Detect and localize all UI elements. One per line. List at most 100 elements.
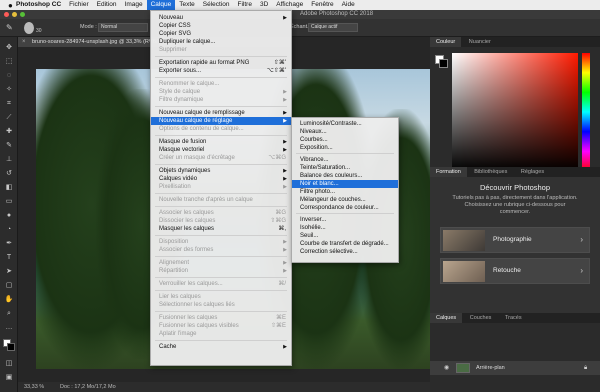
- menu-item-masquer-les-calques[interactable]: Masquer les calques ⌘,: [151, 225, 291, 233]
- tab-calques[interactable]: Calques: [430, 313, 463, 323]
- tab-couches[interactable]: Couches: [464, 315, 498, 321]
- menu-item-pixellisation[interactable]: Pixellisation ▶: [151, 183, 291, 191]
- quick-mask-icon[interactable]: ◫: [4, 359, 14, 369]
- menu-item-filtre-dynamique[interactable]: Filtre dynamique ▶: [151, 96, 291, 104]
- menu-item-isohelie[interactable]: Isohélie...: [292, 224, 398, 232]
- menu-3d[interactable]: 3D: [256, 0, 272, 10]
- menu-item-repartition[interactable]: Répartition ▶: [151, 267, 291, 275]
- menu-item-calques-video[interactable]: Calques vidéo ▶: [151, 175, 291, 183]
- menu-item-nouveau-calque-de-remplissage[interactable]: Nouveau calque de remplissage ▶: [151, 109, 291, 117]
- menu-aide[interactable]: Aide: [338, 0, 359, 10]
- menu-item-alignement[interactable]: Alignement ▶: [151, 259, 291, 267]
- menu-item-fusionner-les-calques-visibles[interactable]: Fusionner les calques visibles ⇧⌘E: [151, 322, 291, 330]
- menu-item-style-de-calque[interactable]: Style de calque ▶: [151, 88, 291, 96]
- card-photographie[interactable]: Photographie ›: [440, 227, 590, 253]
- tab-reglages[interactable]: Réglages: [515, 169, 550, 175]
- menu-item-copier-svg[interactable]: Copier SVG: [151, 30, 291, 38]
- menu-item-renommer-le-calque[interactable]: Renommer le calque...: [151, 80, 291, 88]
- menu-item-correction-selective[interactable]: Correction sélective...: [292, 248, 398, 256]
- menu-affichage[interactable]: Affichage: [272, 0, 307, 10]
- menu-item-associer-des-formes[interactable]: Associer des formes ▶: [151, 246, 291, 254]
- menu-item-exporter-sous[interactable]: Exporter sous... ⌥⇧⌘': [151, 67, 291, 75]
- brush-tool-icon[interactable]: ✎: [4, 141, 14, 151]
- menu-item-dissocier-les-calques[interactable]: Dissocier les calques ⇧⌘G: [151, 217, 291, 225]
- tab-nuancier[interactable]: Nuancier: [463, 39, 497, 45]
- menu-item-associer-les-calques[interactable]: Associer les calques ⌘G: [151, 209, 291, 217]
- menu-item-creer-un-masque-d-ecretage[interactable]: Créer un masque d'écrêtage ⌥⌘G: [151, 154, 291, 162]
- menu-item-inverser[interactable]: Inverser...: [292, 216, 398, 224]
- menu-item-selectionner-les-calques-lies[interactable]: Sélectionner les calques liés: [151, 301, 291, 309]
- close-window-icon[interactable]: [4, 12, 9, 17]
- menu-item-courbes[interactable]: Courbes...: [292, 136, 398, 144]
- close-document-icon[interactable]: ×: [22, 37, 26, 47]
- shape-tool-icon[interactable]: ▢: [4, 281, 14, 291]
- menu-selection[interactable]: Sélection: [199, 0, 234, 10]
- eyedropper-tool-icon[interactable]: ⟋: [4, 113, 14, 123]
- menu-item-aplatir-l-image[interactable]: Aplatir l'image: [151, 330, 291, 338]
- menu-item-objets-dynamiques[interactable]: Objets dynamiques ▶: [151, 167, 291, 175]
- type-tool-icon[interactable]: T: [4, 253, 14, 263]
- menu-item-luminosite-contraste[interactable]: Luminosité/Contraste...: [292, 120, 398, 128]
- color-picker-field[interactable]: [452, 53, 578, 171]
- path-select-tool-icon[interactable]: ➤: [4, 267, 14, 277]
- menu-item-teinte-saturation[interactable]: Teinte/Saturation...: [292, 164, 398, 172]
- hue-slider[interactable]: [582, 53, 590, 171]
- menu-calque[interactable]: Calque: [146, 0, 176, 10]
- tab-formation[interactable]: Formation: [430, 167, 467, 177]
- menu-item-lier-les-calques[interactable]: Lier les calques: [151, 293, 291, 301]
- gradient-tool-icon[interactable]: ▭: [4, 197, 14, 207]
- app-menu[interactable]: Photoshop CC: [12, 0, 65, 10]
- zoom-window-icon[interactable]: [20, 12, 25, 17]
- menu-item-nouveau[interactable]: Nouveau ▶: [151, 14, 291, 22]
- more-tools-icon[interactable]: …: [4, 323, 14, 333]
- zoom-level[interactable]: 33,33 %: [24, 384, 44, 390]
- layer-row[interactable]: ◉ Arrière-plan 🔒︎: [430, 361, 600, 375]
- tab-traces[interactable]: Tracés: [499, 315, 528, 321]
- hand-tool-icon[interactable]: ✋: [4, 295, 14, 305]
- menu-item-balance-des-couleurs[interactable]: Balance des couleurs...: [292, 172, 398, 180]
- menu-item-options-de-contenu-de-calque[interactable]: Options de contenu de calque...: [151, 125, 291, 133]
- blur-tool-icon[interactable]: ●: [4, 211, 14, 221]
- menu-item-filtre-photo[interactable]: Filtre photo...: [292, 188, 398, 196]
- mode-select[interactable]: Normal: [98, 23, 148, 32]
- menu-item-courbe-de-transfert-de-degrade[interactable]: Courbe de transfert de dégradé...: [292, 240, 398, 248]
- menu-item-exposition[interactable]: Exposition...: [292, 144, 398, 152]
- menu-edition[interactable]: Edition: [93, 0, 121, 10]
- lasso-tool-icon[interactable]: ◌: [4, 71, 14, 81]
- visibility-eye-icon[interactable]: ◉: [444, 361, 449, 375]
- menu-item-nouvelle-tranche-d-apres-un-calque[interactable]: Nouvelle tranche d'après un calque: [151, 196, 291, 204]
- menu-item-niveaux[interactable]: Niveaux...: [292, 128, 398, 136]
- menu-item-masque-vectoriel[interactable]: Masque vectoriel ▶: [151, 146, 291, 154]
- healing-tool-icon[interactable]: ✚: [4, 127, 14, 137]
- menu-item-verrouiller-les-calques[interactable]: Verrouiller les calques... ⌘/: [151, 280, 291, 288]
- menu-item-correspondance-de-couleur[interactable]: Correspondance de couleur...: [292, 204, 398, 212]
- marquee-tool-icon[interactable]: ⬚: [4, 57, 14, 67]
- move-tool-icon[interactable]: ✥: [4, 43, 14, 53]
- background-color-swatch[interactable]: [7, 343, 15, 351]
- menu-item-seuil[interactable]: Seuil...: [292, 232, 398, 240]
- pen-tool-icon[interactable]: ✒: [4, 239, 14, 249]
- menu-item-cache[interactable]: Cache ▶: [151, 343, 291, 351]
- menu-fenetre[interactable]: Fenêtre: [307, 0, 337, 10]
- menu-item-supprimer[interactable]: Supprimer: [151, 46, 291, 54]
- menu-image[interactable]: Image: [121, 0, 147, 10]
- menu-item-exportation-rapide-au-format-png[interactable]: Exportation rapide au format PNG ⇧⌘': [151, 59, 291, 67]
- menu-item-melangeur-de-couches[interactable]: Mélangeur de couches...: [292, 196, 398, 204]
- crop-tool-icon[interactable]: ⌗: [4, 99, 14, 109]
- menu-texte[interactable]: Texte: [175, 0, 199, 10]
- menu-item-disposition[interactable]: Disposition ▶: [151, 238, 291, 246]
- apple-icon[interactable]: ●: [4, 1, 13, 10]
- tab-couleur[interactable]: Couleur: [430, 37, 462, 47]
- brush-tool-icon[interactable]: ✎: [6, 23, 18, 33]
- quick-select-tool-icon[interactable]: ✧: [4, 85, 14, 95]
- screen-mode-icon[interactable]: ▣: [4, 373, 14, 383]
- card-retouche[interactable]: Retouche ›: [440, 258, 590, 284]
- zoom-tool-icon[interactable]: ⌕: [4, 309, 14, 319]
- eraser-tool-icon[interactable]: ◧: [4, 183, 14, 193]
- minimize-window-icon[interactable]: [12, 12, 17, 17]
- menu-filtre[interactable]: Filtre: [234, 0, 256, 10]
- color-panel-background-swatch[interactable]: [439, 59, 448, 68]
- menu-item-copier-css[interactable]: Copier CSS: [151, 22, 291, 30]
- stamp-tool-icon[interactable]: ⊥: [4, 155, 14, 165]
- menu-item-noir-et-blanc[interactable]: Noir et blanc...: [292, 180, 398, 188]
